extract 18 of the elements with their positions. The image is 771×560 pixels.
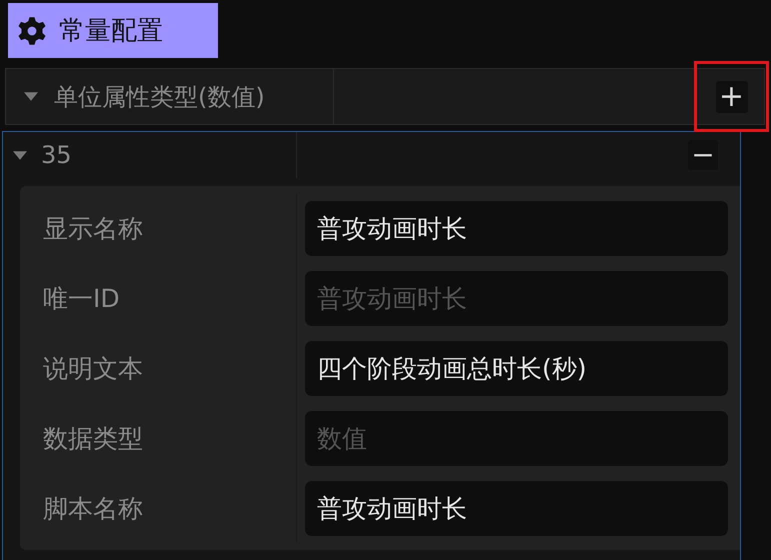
- text-field[interactable]: 普攻动画时长: [305, 270, 728, 326]
- field-label: 脚本名称: [20, 473, 297, 543]
- collapse-caret-icon[interactable]: [24, 92, 38, 101]
- field-label: 显示名称: [20, 193, 297, 263]
- field-label: 数据类型: [20, 403, 297, 473]
- field-label: 唯一ID: [20, 263, 297, 333]
- collapse-caret-icon[interactable]: [13, 150, 27, 160]
- gear-icon: [17, 16, 47, 46]
- entry-title: 35: [41, 141, 72, 169]
- text-field[interactable]: 普攻动画时长: [305, 480, 728, 536]
- text-field[interactable]: 普攻动画时长: [305, 200, 728, 256]
- text-field[interactable]: 数值: [305, 410, 728, 466]
- field-label: 说明文本: [20, 333, 297, 403]
- add-button[interactable]: +: [716, 80, 748, 112]
- header-tab[interactable]: 常量配置: [8, 3, 218, 58]
- section-title: 单位属性类型(数值): [54, 82, 265, 112]
- text-field[interactable]: 四个阶段动画总时长(秒): [305, 340, 728, 396]
- remove-button[interactable]: −: [688, 140, 718, 170]
